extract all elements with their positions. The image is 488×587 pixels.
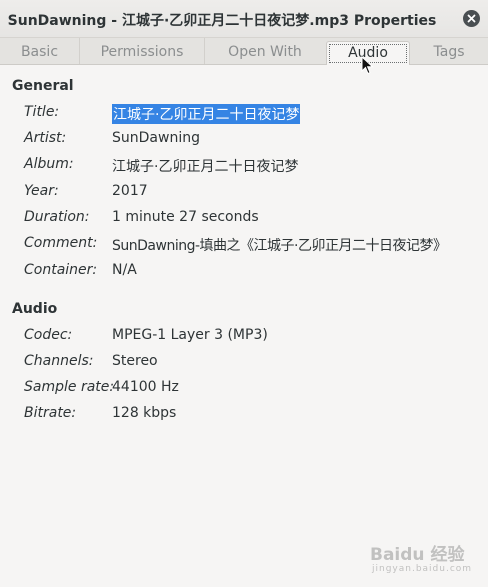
property-row-album: Album: 江城子·乙卯正月二十日夜记梦 [0,156,488,176]
tab-permissions[interactable]: Permissions [80,38,205,64]
tab-basic[interactable]: Basic [0,38,80,64]
window-title: SunDawning - 江城子·乙卯正月二十日夜记梦.mp3 Properti… [7,13,437,29]
tab-tags[interactable]: Tags [410,38,488,64]
property-label: Codec: [24,327,73,343]
property-value-channels[interactable]: Stereo [112,353,158,369]
close-button[interactable] [463,10,480,27]
property-value-container[interactable]: N/A [112,262,137,278]
property-row-title: Title: 江城子·乙卯正月二十日夜记梦 [0,104,488,124]
property-label: Artist: [24,130,67,146]
property-value-codec[interactable]: MPEG-1 Layer 3 (MP3) [112,327,268,343]
property-row-bitrate: Bitrate: 128 kbps [0,405,488,425]
tab-bar: Basic Permissions Open With Audio Tags [0,38,488,65]
property-label: Duration: [24,209,90,225]
property-label: Sample rate: [24,379,115,395]
section-heading-audio: Audio [12,301,58,317]
property-row-comment: Comment: SunDawning-填曲之《江城子·乙卯正月二十日夜记梦》 [0,235,488,255]
property-label: Year: [24,183,59,199]
property-value-bitrate[interactable]: 128 kbps [112,405,176,421]
tab-label: Basic [20,44,59,60]
baidu-watermark: Baidu 经验 jingyan.baidu.com [370,540,471,574]
property-row-channels: Channels: Stereo [0,353,488,373]
property-row-container: Container: N/A [0,262,488,282]
property-value-title[interactable]: 江城子·乙卯正月二十日夜记梦 [112,104,301,124]
property-label: Bitrate: [24,405,77,421]
watermark-url: jingyan.baidu.com [372,564,473,574]
mouse-pointer-icon [361,56,374,75]
section-heading-general: General [12,78,74,94]
tab-label: Open With [228,44,302,60]
property-label: Comment: [24,235,98,251]
property-label: Container: [24,262,98,278]
tab-label: Tags [433,44,465,60]
property-label: Title: [24,104,60,120]
tab-label: Permissions [100,44,184,60]
property-row-duration: Duration: 1 minute 27 seconds [0,209,488,229]
property-value-artist[interactable]: SunDawning [112,130,200,146]
property-label: Channels: [24,353,94,369]
close-icon [467,14,476,23]
property-value-duration[interactable]: 1 minute 27 seconds [112,209,259,225]
property-label: Album: [24,156,74,172]
tab-open-with[interactable]: Open With [205,38,325,64]
property-row-year: Year: 2017 [0,183,488,203]
property-row-codec: Codec: MPEG-1 Layer 3 (MP3) [0,327,488,347]
property-value-sample-rate[interactable]: 44100 Hz [112,379,179,395]
property-value-comment[interactable]: SunDawning-填曲之《江城子·乙卯正月二十日夜记梦》 [112,235,447,255]
property-value-year[interactable]: 2017 [112,183,148,199]
watermark-text: Baidu 经验 [370,545,465,565]
property-row-sample-rate: Sample rate: 44100 Hz [0,379,488,399]
property-row-artist: Artist: SunDawning [0,130,488,150]
title-bar: SunDawning - 江城子·乙卯正月二十日夜记梦.mp3 Properti… [0,0,488,38]
property-value-album[interactable]: 江城子·乙卯正月二十日夜记梦 [112,156,298,176]
